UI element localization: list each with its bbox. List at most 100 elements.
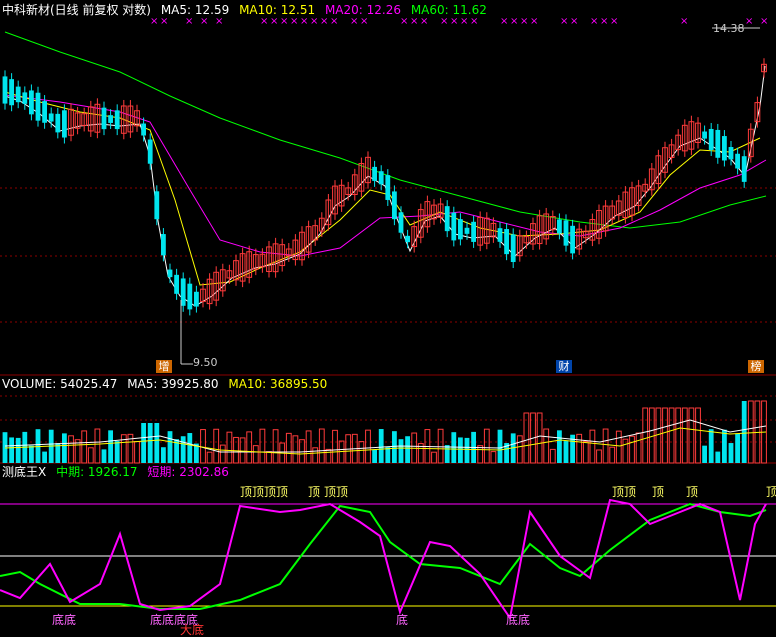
- candle-body-down: [378, 171, 384, 185]
- signal-x-mark: ×: [350, 16, 358, 27]
- price-chart[interactable]: × × × × × × × × × × × × × × × × × × × × × × × × × × × × × × × × × ×: [0, 0, 776, 376]
- top-signal-label: 顶: [308, 485, 320, 499]
- signal-x-mark: ×: [510, 16, 518, 27]
- volume-bar-down: [722, 429, 727, 463]
- candle-body-down: [147, 139, 153, 164]
- volume-bar-up: [747, 400, 754, 464]
- volume-bar-down: [114, 441, 120, 463]
- candle-body-down: [372, 166, 377, 181]
- volume-bar-up: [437, 428, 444, 464]
- volume-bar-up: [213, 428, 220, 464]
- signal-x-mark: ×: [290, 16, 298, 27]
- volume-bar-up: [609, 446, 616, 464]
- volume-bar-up: [431, 451, 437, 464]
- volume-bar-up: [219, 444, 226, 464]
- candle-body-down: [180, 278, 186, 306]
- volume-bar-up: [622, 438, 629, 464]
- volume-bar-up: [477, 445, 484, 464]
- volume-bar-down: [458, 437, 463, 463]
- stock-chart-window: 中科新材(日线 前复权 对数) MA5: 12.59 MA10: 12.51 M…: [0, 0, 776, 637]
- volume-bar-up: [695, 407, 701, 464]
- candle-body-down: [708, 128, 714, 150]
- event-marker-cai[interactable]: 财: [556, 360, 572, 373]
- volume-bar-down: [563, 441, 569, 463]
- signal-x-mark: ×: [160, 16, 168, 27]
- candle-body-down: [497, 228, 503, 242]
- volume-bar-up: [246, 431, 253, 464]
- bottom-signal-label: 底: [396, 612, 408, 627]
- volume-bar-down: [187, 433, 193, 463]
- signal-x-mark: ×: [470, 16, 478, 27]
- bottom-signal-label: 底: [506, 612, 518, 627]
- signal-x-mark: ×: [420, 16, 428, 27]
- volume-bar-up: [615, 430, 622, 464]
- volume-bar-down: [372, 449, 377, 463]
- volume-bar-down: [101, 449, 107, 463]
- volume-bar-down: [735, 433, 740, 463]
- candle-body-down: [510, 234, 516, 263]
- volume-bar-down: [497, 429, 503, 463]
- volume-bar-down: [42, 451, 47, 463]
- volume-bar-up: [549, 448, 556, 464]
- candle-body-down: [392, 191, 397, 220]
- signal-x-mark: ×: [400, 16, 408, 27]
- signal-x-mark: ×: [590, 16, 598, 27]
- volume-bar-up: [226, 431, 233, 464]
- candle-body-down: [48, 113, 54, 122]
- volume-bar-up: [589, 429, 596, 464]
- candle-body-down: [29, 90, 34, 115]
- volume-bar-up: [602, 428, 609, 464]
- event-marker-bang[interactable]: 榜: [748, 360, 764, 373]
- candle-body-down: [464, 227, 470, 234]
- candle-body-down: [55, 113, 61, 133]
- volume-bar-down: [378, 429, 384, 463]
- candle-body-down: [563, 220, 569, 246]
- volume-bar-down: [398, 439, 404, 463]
- volume-bar-up: [358, 441, 365, 464]
- signal-x-mark: ×: [500, 16, 508, 27]
- candle-body-down: [722, 136, 727, 161]
- candle-body-down: [187, 283, 193, 310]
- volume-bar-up: [365, 429, 371, 464]
- top-signal-label: 顶: [324, 485, 336, 499]
- signal-x-mark: ×: [610, 16, 618, 27]
- volume-bar-up: [681, 407, 688, 464]
- signal-x-mark: ×: [530, 16, 538, 27]
- candle-body-down: [715, 129, 721, 158]
- volume-bar-up: [252, 445, 259, 464]
- volume-bar-down: [557, 430, 562, 463]
- volume-bar-up: [543, 428, 550, 464]
- volume-bar-down: [141, 423, 146, 463]
- candle-body-down: [504, 229, 509, 255]
- candle-body-down: [62, 110, 67, 138]
- bottom-signal-label: 底: [150, 612, 162, 627]
- candle-body-down: [22, 92, 28, 104]
- indicator-chart[interactable]: 顶顶顶顶顶顶顶顶顶顶顶顶底底底底底底底底底大底: [0, 464, 776, 637]
- bottom-signal-label: 底: [518, 612, 530, 627]
- signal-x-mark: ×: [560, 16, 568, 27]
- signal-x-mark: ×: [745, 16, 753, 27]
- volume-bar-up: [206, 451, 213, 464]
- volume-bar-up: [285, 432, 292, 464]
- volume-bar-down: [161, 447, 166, 463]
- volume-bar-up: [516, 435, 523, 464]
- volume-bar-up: [94, 428, 101, 464]
- volume-bar-down: [392, 431, 397, 463]
- top-signal-label: 顶: [336, 485, 348, 499]
- event-marker-zeng[interactable]: 增: [156, 360, 172, 373]
- volume-bar-up: [675, 407, 682, 464]
- volume-bar-up: [68, 435, 74, 464]
- low-price-label: 9.50: [193, 356, 218, 369]
- signal-x-mark: ×: [320, 16, 328, 27]
- candle-body-down: [194, 291, 199, 307]
- volume-bar-down: [708, 429, 714, 463]
- candle-body-down: [2, 76, 8, 104]
- volume-chart[interactable]: [0, 376, 776, 464]
- signal-x-mark: ×: [310, 16, 318, 27]
- volume-bar-down: [147, 423, 153, 463]
- candle-body-down: [451, 212, 457, 241]
- candle-body-down: [385, 175, 391, 200]
- volume-bar-up: [332, 429, 338, 464]
- candle-body-down: [108, 115, 113, 123]
- volume-bar-up: [635, 432, 642, 464]
